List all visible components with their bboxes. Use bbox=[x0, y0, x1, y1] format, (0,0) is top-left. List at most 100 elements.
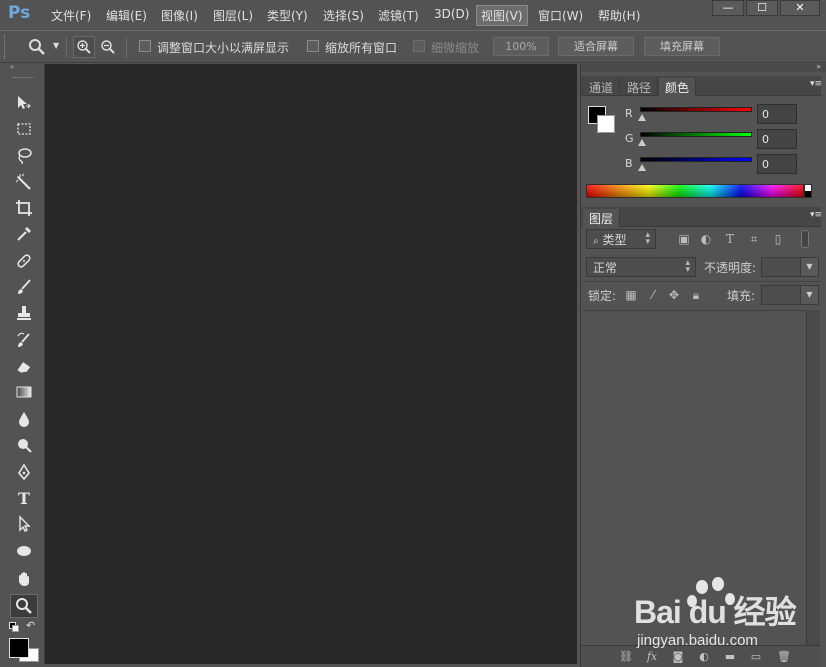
close-button[interactable]: ✕ bbox=[780, 0, 820, 16]
maximize-button[interactable]: ☐ bbox=[746, 0, 778, 16]
channel-g-slider[interactable] bbox=[640, 132, 752, 137]
gradient-tool-icon bbox=[16, 386, 32, 398]
opacity-input[interactable]: ▼ bbox=[761, 257, 819, 277]
lock-position-icon[interactable]: ✥ bbox=[667, 288, 681, 302]
menu-select[interactable]: 选择(S) bbox=[323, 7, 364, 24]
chevron-down-icon[interactable]: ▼ bbox=[800, 258, 818, 276]
gradient-tool[interactable] bbox=[10, 380, 38, 404]
tool-preset-picker[interactable]: ▼ bbox=[26, 36, 66, 58]
black-white-ramp[interactable] bbox=[804, 184, 812, 198]
color-spectrum-bar[interactable] bbox=[586, 184, 804, 198]
layer-filter-select[interactable]: ⌕ 类型 ▴ ▾ bbox=[586, 229, 656, 249]
pen-tool-icon bbox=[18, 463, 30, 481]
lock-transparent-pixels-icon[interactable]: ▦ bbox=[624, 288, 638, 302]
filter-toggle-switch[interactable] bbox=[801, 230, 809, 248]
menu-file[interactable]: 文件(F) bbox=[51, 7, 91, 24]
resize-windows-label: 调整窗口大小以满屏显示 bbox=[157, 41, 290, 55]
menu-layer[interactable]: 图层(L) bbox=[213, 7, 253, 24]
clone-stamp-tool[interactable] bbox=[10, 301, 38, 325]
zoom-all-windows-checkbox[interactable] bbox=[307, 40, 319, 52]
blend-mode-value: 正常 bbox=[593, 261, 618, 275]
minimize-button[interactable]: — bbox=[712, 0, 744, 16]
menu-type[interactable]: 类型(Y) bbox=[267, 7, 308, 24]
filter-smart-object-icon[interactable]: ▯ bbox=[771, 232, 785, 246]
blur-tool[interactable] bbox=[10, 407, 38, 431]
eraser-tool[interactable] bbox=[10, 354, 38, 378]
panel-collapse-bar[interactable]: » bbox=[581, 62, 826, 72]
eraser-tool-icon bbox=[17, 362, 31, 373]
swap-colors-icon[interactable]: ↶ bbox=[26, 619, 35, 632]
spot-healing-tool[interactable] bbox=[10, 249, 38, 273]
tab-layers[interactable]: 图层 bbox=[583, 209, 621, 227]
magic-wand-tool-icon bbox=[15, 173, 31, 190]
menu-image[interactable]: 图像(I) bbox=[161, 7, 198, 24]
separator bbox=[66, 37, 67, 58]
channel-b-value[interactable]: 0 bbox=[757, 154, 797, 174]
channel-r-thumb[interactable] bbox=[638, 114, 646, 121]
chevron-down-icon[interactable]: ▼ bbox=[800, 286, 818, 304]
filter-type-icon[interactable]: T bbox=[723, 232, 737, 246]
dodge-tool[interactable] bbox=[10, 433, 38, 457]
tab-paths[interactable]: 路径 bbox=[621, 78, 659, 96]
blend-mode-select[interactable]: 正常 ▴ ▾ bbox=[586, 257, 696, 277]
menu-edit[interactable]: 编辑(E) bbox=[106, 7, 147, 24]
zoom-tool[interactable] bbox=[10, 594, 38, 618]
channel-b-thumb[interactable] bbox=[638, 164, 646, 171]
eyedropper-tool-icon bbox=[17, 227, 31, 241]
type-tool[interactable]: T bbox=[10, 486, 38, 510]
menu-filter[interactable]: 滤镜(T) bbox=[378, 7, 419, 24]
hand-tool-icon bbox=[19, 572, 29, 586]
lock-image-pixels-icon[interactable]: ⁄ bbox=[646, 288, 660, 302]
history-brush-tool[interactable] bbox=[10, 328, 38, 352]
channel-g-thumb[interactable] bbox=[638, 139, 646, 146]
channel-r-slider[interactable] bbox=[640, 107, 752, 112]
foreground-color-swatch[interactable] bbox=[9, 638, 29, 658]
fill-screen-button[interactable]: 填充屏幕 bbox=[644, 37, 720, 56]
channel-r-value[interactable]: 0 bbox=[757, 104, 797, 124]
select-arrows-icon: ▴ ▾ bbox=[645, 230, 650, 247]
move-tool[interactable] bbox=[10, 91, 38, 115]
ellipse-tool[interactable] bbox=[10, 539, 38, 563]
channel-b-slider[interactable] bbox=[640, 157, 752, 162]
zoom-in-button[interactable] bbox=[73, 36, 95, 58]
window-controls: — ☐ ✕ bbox=[710, 0, 820, 16]
default-colors-icon[interactable] bbox=[9, 622, 19, 632]
zoom-tool-icon bbox=[16, 598, 32, 614]
watermark-brand: Bai du 经验 bbox=[634, 594, 797, 630]
menu-help[interactable]: 帮助(H) bbox=[598, 7, 640, 24]
filter-adjustment-icon[interactable]: ◐ bbox=[699, 232, 713, 246]
channel-g-value[interactable]: 0 bbox=[757, 129, 797, 149]
magic-wand-tool[interactable] bbox=[10, 170, 38, 194]
zoom-100-button[interactable]: 100% bbox=[493, 37, 549, 56]
tab-color[interactable]: 颜色 bbox=[659, 78, 697, 96]
layers-panel-menu-icon[interactable]: ▾≡ bbox=[810, 210, 822, 220]
eyedropper-tool[interactable] bbox=[10, 222, 38, 246]
marquee-tool[interactable] bbox=[10, 117, 38, 141]
zoom-out-button[interactable] bbox=[97, 36, 119, 58]
tab-channels[interactable]: 通道 bbox=[583, 78, 621, 96]
options-bar-grip bbox=[4, 35, 8, 59]
menu-3d[interactable]: 3D(D) bbox=[434, 7, 469, 21]
zoom-out-icon bbox=[101, 40, 115, 54]
resize-windows-checkbox[interactable] bbox=[139, 40, 151, 52]
scrubby-zoom-checkbox[interactable] bbox=[413, 40, 425, 52]
menu-window[interactable]: 窗口(W) bbox=[538, 7, 583, 24]
color-panel-menu-icon[interactable]: ▾≡ bbox=[810, 79, 822, 89]
watermark-url: jingyan.baidu.com bbox=[637, 632, 758, 649]
document-canvas-area[interactable] bbox=[44, 64, 577, 664]
pen-tool[interactable] bbox=[10, 460, 38, 484]
channel-g-label: G bbox=[625, 132, 634, 145]
brush-tool[interactable] bbox=[10, 275, 38, 299]
color-panel-background-swatch[interactable] bbox=[597, 115, 615, 133]
lock-all-icon[interactable]: 🔒︎ bbox=[689, 288, 703, 302]
filter-shape-icon[interactable]: ⌗ bbox=[747, 232, 761, 246]
lasso-tool[interactable] bbox=[10, 143, 38, 167]
collapse-toolbar-icon[interactable]: » bbox=[8, 64, 41, 72]
fill-input[interactable]: ▼ bbox=[761, 285, 819, 305]
fit-screen-button[interactable]: 适合屏幕 bbox=[558, 37, 634, 56]
crop-tool[interactable] bbox=[10, 196, 38, 220]
path-selection-tool[interactable] bbox=[10, 512, 38, 536]
menu-view[interactable]: 视图(V) bbox=[476, 5, 528, 26]
hand-tool[interactable] bbox=[10, 567, 38, 591]
filter-pixel-icon[interactable]: ▣ bbox=[677, 232, 691, 246]
